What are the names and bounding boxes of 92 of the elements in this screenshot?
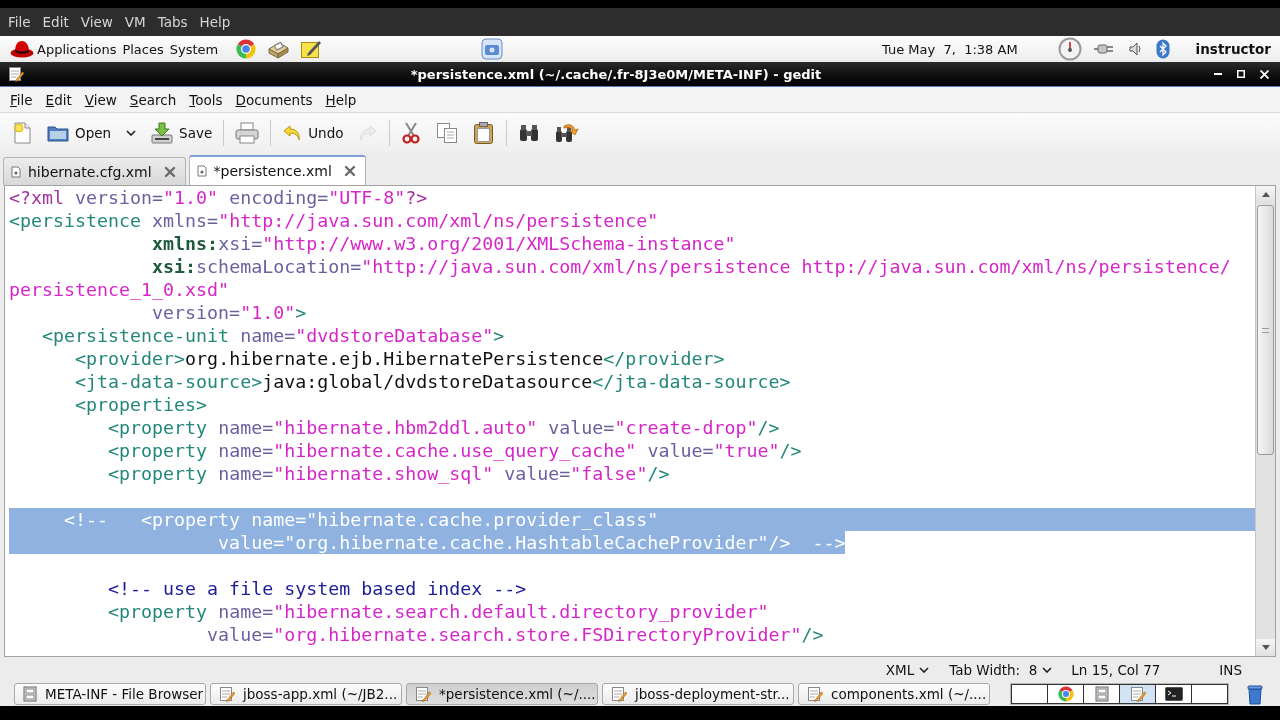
cursor-position: Ln 15, Col 77 xyxy=(1071,661,1161,678)
bluetooth-icon[interactable] xyxy=(1155,39,1170,59)
file-cabinet-icon xyxy=(1094,686,1109,702)
workspace-cell[interactable] xyxy=(1047,684,1084,704)
clock[interactable]: Tue May 7, 1:38 AM xyxy=(882,41,1018,57)
workspace-cell[interactable] xyxy=(1011,684,1048,704)
caret-up-icon xyxy=(1261,192,1270,197)
code-line: <?xml version="1.0" encoding="UTF-8"?> xyxy=(9,186,428,209)
gauge-icon[interactable] xyxy=(1057,37,1082,61)
notepad-pencil-icon xyxy=(611,686,627,702)
vm-menu-item[interactable]: VM xyxy=(122,10,148,34)
notepad-pencil-icon xyxy=(1129,686,1146,702)
hat-logo-icon[interactable] xyxy=(10,39,34,59)
panel-menu[interactable]: Places xyxy=(119,37,167,61)
menu-item[interactable]: Tools xyxy=(185,88,227,111)
minimize-icon xyxy=(1214,73,1222,75)
binoculars-arrow-icon xyxy=(555,122,580,144)
scissors-icon xyxy=(401,122,422,144)
code-line: <persistence-unit name="dvdstoreDatabase"> xyxy=(9,324,505,347)
binoculars-icon xyxy=(518,123,541,143)
taskbar-window-button[interactable]: META-INF - File Browser xyxy=(14,683,206,705)
caret-icon xyxy=(919,666,930,673)
vm-menu-item[interactable]: View xyxy=(78,10,115,34)
user-menu[interactable]: instructor xyxy=(1195,41,1271,57)
code-line: <property name="hibernate.cache.use_query_cache" value="true"/> xyxy=(9,439,802,462)
panel-menu[interactable]: System xyxy=(166,37,222,61)
close-icon xyxy=(1259,69,1269,79)
save-button[interactable]: Save xyxy=(145,117,219,149)
workspace-cell[interactable] xyxy=(1083,684,1120,704)
vm-menu-item[interactable]: Edit xyxy=(40,10,71,34)
insert-mode: INS xyxy=(1219,661,1242,678)
copy-icon xyxy=(436,122,459,144)
terminal-icon xyxy=(1164,687,1183,701)
window-title: *persistence.xml (~/.cache/.fr-8J3e0M/META-INF) - gedit xyxy=(410,66,822,82)
taskbar-window-button[interactable]: jboss-deployment-str... xyxy=(602,683,794,705)
scroll-up-button[interactable] xyxy=(1256,186,1275,203)
maximize-icon xyxy=(1237,70,1245,78)
panel-menu[interactable]: Applications xyxy=(34,37,120,61)
scroll-down-button[interactable] xyxy=(1256,639,1275,656)
language-selector[interactable]: XML xyxy=(879,658,936,681)
close-icon xyxy=(342,164,357,178)
clipboard-icon xyxy=(473,121,496,145)
open-button[interactable]: Open xyxy=(41,117,118,149)
undo-arrow-icon xyxy=(282,123,303,143)
printer-icon xyxy=(235,122,260,144)
menu-item[interactable]: View xyxy=(80,88,121,111)
tab-width-selector[interactable]: Tab Width: 8 xyxy=(943,658,1059,681)
caret-icon xyxy=(1042,666,1053,673)
trash-icon[interactable] xyxy=(1246,683,1264,705)
redo-arrow-icon xyxy=(358,123,379,143)
file-cabinet-icon xyxy=(23,686,37,702)
taskbar-window-button[interactable]: components.xml (~/.... xyxy=(798,683,990,705)
document-icon xyxy=(11,165,21,178)
tricolor-circle-icon xyxy=(1057,686,1074,702)
notepad-pencil-icon xyxy=(415,686,431,702)
workspace-cell[interactable] xyxy=(1119,684,1156,704)
document-tab[interactable]: *persistence.xml xyxy=(188,155,366,185)
speaker-icon[interactable] xyxy=(1127,41,1144,57)
taskbar-window-button[interactable]: jboss-app.xml (~/JB2... xyxy=(210,683,402,705)
menu-item[interactable]: Help xyxy=(321,88,361,111)
close-icon xyxy=(162,164,177,179)
plug-icon[interactable] xyxy=(1093,42,1116,56)
tricolor-circle-icon[interactable] xyxy=(236,39,257,59)
caret-icon xyxy=(126,130,137,136)
code-line: <jta-data-source>java:global/dvdstoreDatasource</jta-data-source> xyxy=(9,370,791,393)
vm-menu-item[interactable]: Help xyxy=(197,10,233,34)
note-pencil-icon[interactable] xyxy=(300,39,323,59)
notepad-pencil-icon xyxy=(219,686,235,702)
notepad-pencil-icon xyxy=(8,66,24,82)
menu-item[interactable]: File xyxy=(6,88,37,111)
vm-menu-item[interactable]: File xyxy=(6,10,33,34)
vm-menu-item[interactable]: Tabs xyxy=(155,10,190,34)
folder-icon xyxy=(47,124,69,142)
menu-item[interactable]: Edit xyxy=(41,88,76,111)
editor-area[interactable] xyxy=(4,185,1276,657)
document-icon xyxy=(196,165,207,177)
menu-item[interactable]: Documents xyxy=(231,88,317,111)
workspace-cell[interactable] xyxy=(1155,684,1192,704)
taskbar-window-button[interactable]: *persistence.xml (~/.... xyxy=(406,683,598,705)
notepad-pencil-icon xyxy=(807,686,823,702)
save-icon xyxy=(151,122,174,144)
undo-button[interactable]: Undo xyxy=(276,117,350,149)
menu-item[interactable]: Search xyxy=(125,88,181,111)
code-line: <property name="hibernate.show_sql" value="false"/> xyxy=(9,462,670,485)
window-tile-icon[interactable] xyxy=(481,38,504,60)
new-document-icon xyxy=(12,122,32,144)
code-line: <property name="hibernate.hbm2ddl.auto" value="create-drop"/> xyxy=(9,416,780,439)
workspace-cell[interactable] xyxy=(1191,684,1228,704)
parcel-icon[interactable] xyxy=(267,39,290,59)
caret-down-icon xyxy=(1261,645,1270,650)
document-tab[interactable]: hibernate.cfg.xml xyxy=(3,157,186,185)
scrollbar-thumb[interactable] xyxy=(1257,205,1274,455)
